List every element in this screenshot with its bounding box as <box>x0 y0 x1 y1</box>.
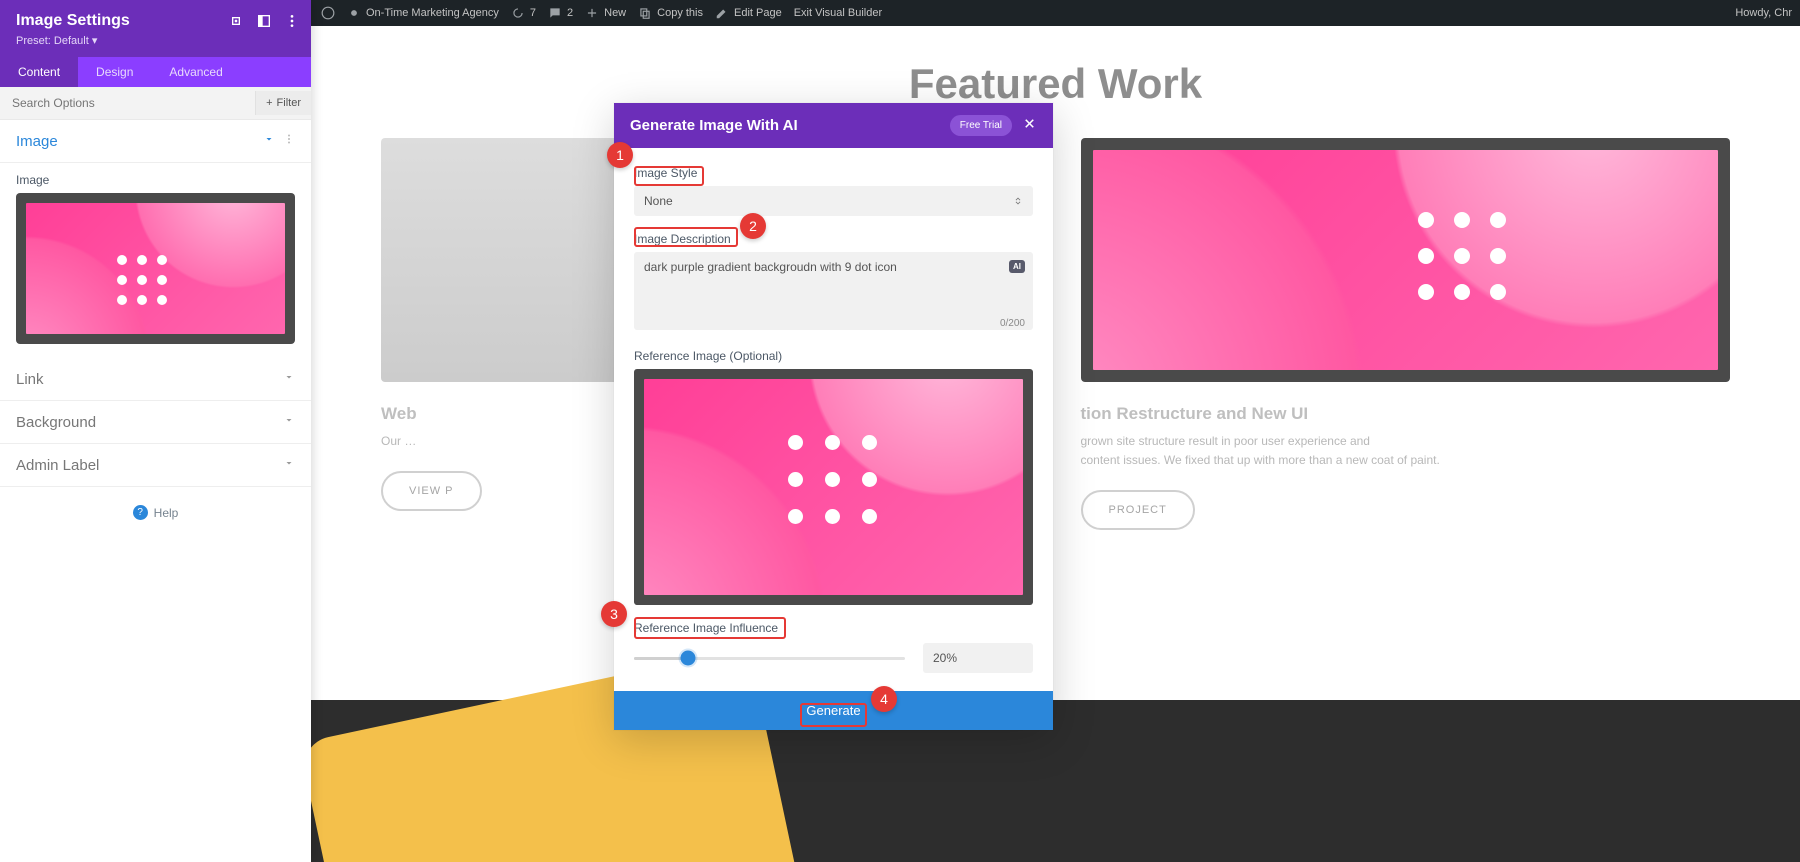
influence-slider[interactable] <box>634 657 905 660</box>
generate-button[interactable]: Generate <box>614 691 1053 730</box>
influence-label: Reference Image Influence <box>634 619 778 637</box>
preset-selector[interactable]: Preset: Default ▾ <box>16 34 295 47</box>
edit-page-link[interactable]: Edit Page <box>715 6 782 20</box>
section-head-background[interactable]: Background <box>0 401 311 444</box>
help-icon: ? <box>133 505 148 520</box>
thumbnail-preview <box>26 203 285 334</box>
image-style-value: None <box>644 194 673 208</box>
work-title-right: tion Restructure and New UI <box>1081 404 1731 424</box>
field-label-image: Image <box>0 163 311 193</box>
dock-icon[interactable] <box>255 12 273 30</box>
wp-logo-icon[interactable] <box>321 6 335 20</box>
filter-label: Filter <box>277 97 301 109</box>
site-name-link[interactable]: On-Time Marketing Agency <box>347 6 499 20</box>
work-image-right <box>1081 138 1731 382</box>
new-link[interactable]: New <box>585 6 626 20</box>
reference-image-label: Reference Image (Optional) <box>634 349 1033 363</box>
settings-panel: Image Settings Preset: Default ▾ Content… <box>0 0 311 862</box>
tab-content[interactable]: Content <box>0 57 78 87</box>
modal-header: Generate Image With AI Free Trial <box>614 103 1053 148</box>
updates-count: 7 <box>530 7 536 19</box>
section-title-link: Link <box>16 371 283 388</box>
settings-header: Image Settings Preset: Default ▾ <box>0 0 311 57</box>
help-link[interactable]: ? Help <box>0 487 311 538</box>
influence-value[interactable]: 20% <box>923 643 1033 673</box>
image-description-label: Image Description <box>634 230 731 248</box>
select-arrows-icon <box>1013 196 1023 206</box>
filter-button[interactable]: +Filter <box>255 91 311 115</box>
comments-link[interactable]: 2 <box>548 6 573 20</box>
page-canvas: Featured Work Web Our … VIEW P tion Rest… <box>311 26 1800 862</box>
section-more-icon[interactable] <box>283 132 295 150</box>
reference-image[interactable] <box>634 369 1033 605</box>
close-icon[interactable] <box>1022 116 1037 136</box>
howdy-text: Howdy, Chr <box>1735 7 1792 19</box>
image-style-select[interactable]: None <box>634 186 1033 216</box>
image-style-label: Image Style <box>634 164 697 182</box>
page-heading: Featured Work <box>311 60 1800 108</box>
chevron-up-icon <box>263 132 275 150</box>
image-description-input[interactable] <box>634 252 1033 330</box>
ai-badge[interactable]: AI <box>1009 260 1025 273</box>
section-head-image[interactable]: Image <box>0 120 311 163</box>
edit-label: Edit Page <box>734 7 782 19</box>
section-title-background: Background <box>16 414 283 431</box>
free-trial-badge[interactable]: Free Trial <box>950 115 1012 136</box>
comments-count: 2 <box>567 7 573 19</box>
chevron-down-icon <box>283 413 295 431</box>
slider-thumb[interactable] <box>681 651 696 666</box>
char-count: 0/200 <box>1000 318 1025 329</box>
new-label: New <box>604 7 626 19</box>
exit-vb-link[interactable]: Exit Visual Builder <box>794 7 882 19</box>
search-input[interactable] <box>0 87 255 119</box>
chevron-down-icon <box>283 456 295 474</box>
section-title-admin-label: Admin Label <box>16 457 283 474</box>
view-project-button-right[interactable]: PROJECT <box>1081 490 1195 530</box>
howdy-link[interactable]: Howdy, Chr <box>1735 7 1792 19</box>
site-name-text: On-Time Marketing Agency <box>366 7 499 19</box>
updates-link[interactable]: 7 <box>511 6 536 20</box>
section-head-link[interactable]: Link <box>0 358 311 401</box>
view-project-button-left[interactable]: VIEW P <box>381 471 482 511</box>
section-head-admin-label[interactable]: Admin Label <box>0 444 311 487</box>
more-icon[interactable] <box>283 12 301 30</box>
work-desc-right: grown site structure result in poor user… <box>1081 432 1731 470</box>
expand-icon[interactable] <box>227 12 245 30</box>
image-thumbnail[interactable] <box>16 193 295 344</box>
tab-advanced[interactable]: Advanced <box>151 57 240 87</box>
wp-admin-bar: On-Time Marketing Agency 7 2 New Copy th… <box>311 0 1800 26</box>
section-title-image: Image <box>16 133 263 150</box>
search-bar: +Filter <box>0 87 311 120</box>
ai-generate-modal: Generate Image With AI Free Trial Image … <box>614 103 1053 730</box>
work-card-right: tion Restructure and New UI grown site s… <box>1081 138 1731 530</box>
tab-design[interactable]: Design <box>78 57 151 87</box>
modal-title: Generate Image With AI <box>630 117 950 134</box>
copy-label: Copy this <box>657 7 703 19</box>
help-label: Help <box>154 506 179 520</box>
copy-link[interactable]: Copy this <box>638 6 703 20</box>
chevron-down-icon <box>283 370 295 388</box>
exit-label: Exit Visual Builder <box>794 7 882 19</box>
settings-tabs: Content Design Advanced <box>0 57 311 87</box>
